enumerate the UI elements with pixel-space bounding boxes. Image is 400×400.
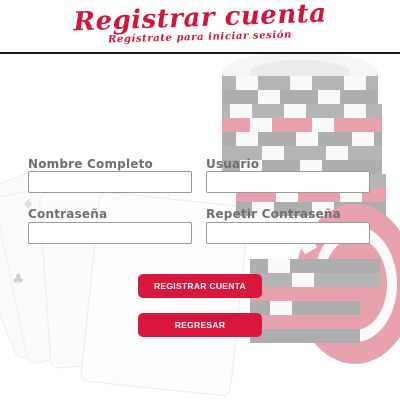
username-label: Usuario xyxy=(206,157,260,171)
repeat-password-label: Repetir Contraseña xyxy=(206,207,341,221)
full-name-input[interactable] xyxy=(28,171,192,193)
username-input[interactable] xyxy=(206,171,370,193)
register-account-button[interactable]: REGISTRAR CUENTA xyxy=(138,274,262,298)
repeat-password-input[interactable] xyxy=(206,222,370,244)
page-header: Registrar cuenta Regístrate para iniciar… xyxy=(0,0,400,52)
header-divider xyxy=(0,52,400,54)
back-button[interactable]: REGRESAR xyxy=(138,313,262,337)
password-input[interactable] xyxy=(28,222,192,244)
full-name-label: Nombre Completo xyxy=(28,157,153,171)
password-label: Contraseña xyxy=(28,207,108,221)
register-form: Nombre Completo Usuario Contraseña Repet… xyxy=(0,0,400,400)
